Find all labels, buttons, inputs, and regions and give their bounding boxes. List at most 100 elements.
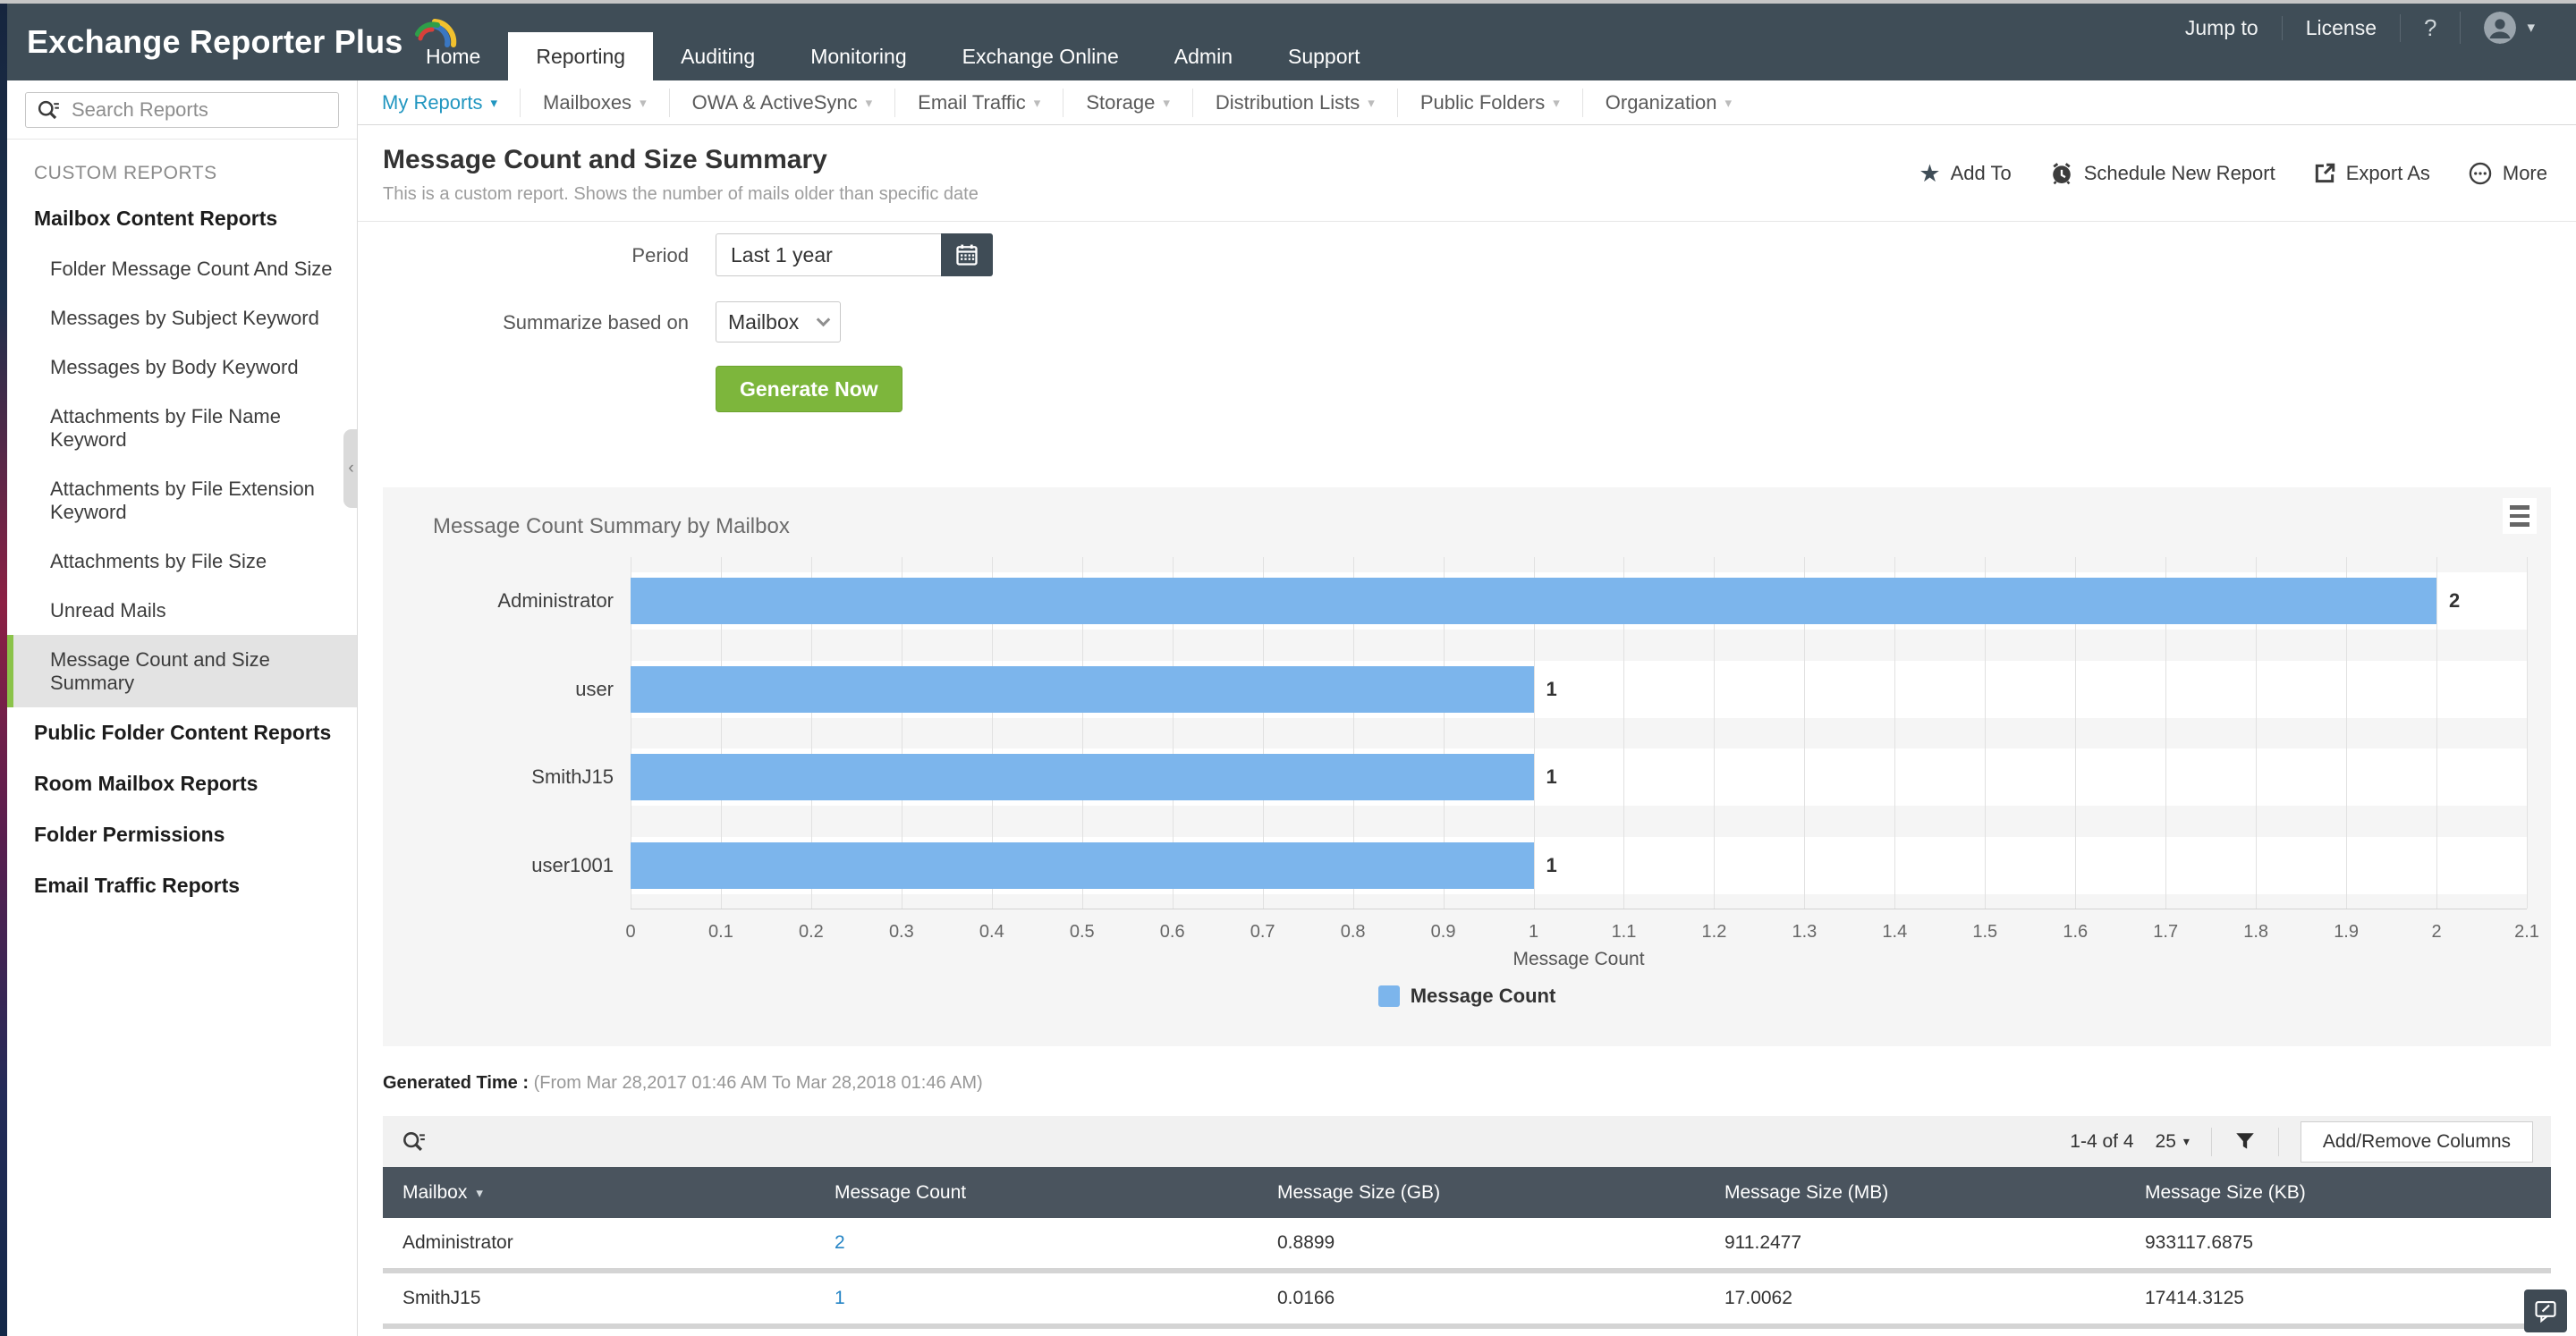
chevron-down-icon: ▾ (1163, 95, 1170, 111)
tab-reporting[interactable]: Reporting (508, 32, 653, 80)
category-label: SmithJ15 (383, 765, 614, 789)
x-tick-label: 1.6 (2063, 922, 2088, 943)
generated-time-label: Generated Time : (383, 1073, 529, 1093)
legend-swatch (1378, 985, 1400, 1007)
sidebar-item-attachments-by-file-extension-keyword[interactable]: Attachments by File Extension Keyword (7, 464, 357, 537)
sidebar-item-message-count-and-size-summary[interactable]: Message Count and Size Summary (7, 635, 357, 707)
subnav-item-email-traffic[interactable]: Email Traffic▾ (895, 89, 1063, 117)
tab-auditing[interactable]: Auditing (653, 32, 783, 80)
sidebar-item-folder-message-count-and-size[interactable]: Folder Message Count And Size (7, 244, 357, 293)
x-tick-label: 1 (1529, 922, 1538, 943)
feedback-button[interactable] (2524, 1289, 2567, 1332)
help-icon: ? (2424, 14, 2436, 42)
toolbar-right: 1-4 of 4 25 ▾ Add/Remove Columns (2070, 1121, 2533, 1163)
subnav-item-storage[interactable]: Storage ▾ (1063, 89, 1193, 117)
search-input[interactable] (70, 97, 331, 123)
sort-caret-icon: ▾ (476, 1185, 483, 1201)
x-tick-label: 0.8 (1341, 922, 1366, 943)
subnav-item-organization[interactable]: Organization▾ (1583, 89, 1754, 117)
x-tick-label: 0.3 (889, 922, 914, 943)
column-header-mailbox[interactable]: Mailbox▾ (383, 1182, 815, 1204)
help-button[interactable]: ? (2400, 14, 2460, 42)
sidebar-group-public-folder-content-reports[interactable]: Public Folder Content Reports (7, 707, 357, 758)
x-tick-label: 1.5 (1972, 922, 1997, 943)
gridline (2436, 557, 2437, 909)
summarize-select[interactable]: Mailbox (716, 301, 841, 342)
bar-value: 1 (1546, 678, 1557, 701)
cell-message-size-mb: 17.0062 (1705, 1288, 2125, 1309)
chart-legend[interactable]: Message Count (383, 985, 2551, 1008)
column-header-label: Message Size (GB) (1277, 1182, 1440, 1204)
tab-monitoring[interactable]: Monitoring (783, 32, 934, 80)
sidebar-group-room-mailbox-reports[interactable]: Room Mailbox Reports (7, 758, 357, 809)
column-header-message-size-kb[interactable]: Message Size (KB) (2125, 1182, 2551, 1204)
tab-exchange-online[interactable]: Exchange Online (935, 32, 1147, 80)
sidebar: CUSTOM REPORTS Mailbox Content ReportsFo… (7, 80, 358, 1336)
subnav-item-public-folders[interactable]: Public Folders▾ (1398, 89, 1583, 117)
cell-message-size-kb: 933117.6875 (2125, 1232, 2551, 1254)
add-to-button[interactable]: ★ Add To (1919, 162, 2011, 186)
column-header-label: Message Size (MB) (1724, 1182, 1888, 1204)
pagination-text: 1-4 of 4 (2070, 1131, 2133, 1153)
page-size-value: 25 (2156, 1131, 2176, 1153)
sidebar-item-messages-by-subject-keyword[interactable]: Messages by Subject Keyword (7, 293, 357, 342)
calendar-button[interactable] (941, 233, 993, 276)
page-size-select[interactable]: 25 ▾ (2156, 1131, 2190, 1153)
cell-message-count[interactable]: 1 (815, 1288, 1258, 1309)
sidebar-item-attachments-by-file-size[interactable]: Attachments by File Size (7, 537, 357, 586)
subnav-item-label: Storage (1086, 91, 1155, 114)
column-header-message-size-mb[interactable]: Message Size (MB) (1705, 1182, 2125, 1204)
more-button[interactable]: More (2468, 161, 2547, 186)
x-tick-label: 0 (625, 922, 635, 943)
subnav-item-mailboxes[interactable]: Mailboxes▾ (521, 89, 670, 117)
subnav-item-my-reports[interactable]: My Reports▾ (360, 89, 521, 117)
sidebar-group-mailbox-content-reports[interactable]: Mailbox Content Reports (7, 193, 357, 244)
filter-button[interactable] (2233, 1130, 2257, 1154)
table-search-icon[interactable] (401, 1129, 426, 1154)
x-tick-label: 1.9 (2334, 922, 2359, 943)
license-button[interactable]: License (2282, 16, 2400, 40)
export-icon (2313, 162, 2336, 185)
chevron-down-icon: ▾ (490, 95, 497, 111)
toolbar-separator (2211, 1128, 2212, 1156)
tab-admin[interactable]: Admin (1147, 32, 1260, 80)
cell-message-size-gb: 0.0166 (1258, 1288, 1705, 1309)
user-menu[interactable]: ▾ (2460, 12, 2558, 44)
main-content: Message Count and Size Summary This is a… (358, 125, 2576, 1336)
sidebar-item-attachments-by-file-name-keyword[interactable]: Attachments by File Name Keyword (7, 392, 357, 464)
column-header-message-count[interactable]: Message Count (815, 1182, 1258, 1204)
data-table: Mailbox▾ Message Count Message Size (GB) Me… (383, 1167, 2551, 1329)
tab-support[interactable]: Support (1260, 32, 1388, 80)
table-row: Administrator20.8899911.2477933117.6875 (383, 1218, 2551, 1273)
primary-tabs: HomeReportingAuditingMonitoringExchange … (398, 32, 1388, 80)
generate-now-button[interactable]: Generate Now (716, 366, 902, 412)
bar-administrator (631, 578, 2436, 624)
cell-message-size-mb: 911.2477 (1705, 1232, 2125, 1254)
sidebar-group-email-traffic-reports[interactable]: Email Traffic Reports (7, 860, 357, 911)
subnav-item-owa-activesync[interactable]: OWA & ActiveSync▾ (670, 89, 896, 117)
cell-message-count[interactable]: 2 (815, 1232, 1258, 1254)
sidebar-collapse-handle[interactable]: ‹ (343, 429, 359, 508)
sidebar-item-unread-mails[interactable]: Unread Mails (7, 586, 357, 635)
subnav-item-distribution-lists[interactable]: Distribution Lists▾ (1193, 89, 1398, 117)
header-right: Jump to License ? ▾ (2162, 4, 2558, 52)
window-left-strip (0, 4, 7, 1336)
schedule-new-report-button[interactable]: Schedule New Report (2049, 161, 2275, 186)
x-axis-title: Message Count (631, 949, 2527, 970)
sidebar-item-messages-by-body-keyword[interactable]: Messages by Body Keyword (7, 342, 357, 392)
add-remove-columns-button[interactable]: Add/Remove Columns (2301, 1121, 2533, 1163)
alarm-clock-icon (2049, 161, 2074, 186)
column-header-message-size-gb[interactable]: Message Size (GB) (1258, 1182, 1705, 1204)
sidebar-group-folder-permissions[interactable]: Folder Permissions (7, 809, 357, 860)
summarize-value: Mailbox (728, 310, 799, 334)
jump-to-button[interactable]: Jump to (2162, 16, 2282, 40)
chart-menu-button[interactable] (2503, 498, 2537, 534)
export-as-button[interactable]: Export As (2313, 162, 2430, 185)
tab-home[interactable]: Home (398, 32, 508, 80)
period-input[interactable] (716, 233, 941, 276)
column-header-label: Message Count (835, 1182, 966, 1204)
table-row: SmithJ1510.016617.006217414.3125 (383, 1273, 2551, 1329)
calendar-icon (954, 242, 979, 267)
bar-user (631, 666, 1534, 713)
x-tick-label: 0.7 (1250, 922, 1275, 943)
